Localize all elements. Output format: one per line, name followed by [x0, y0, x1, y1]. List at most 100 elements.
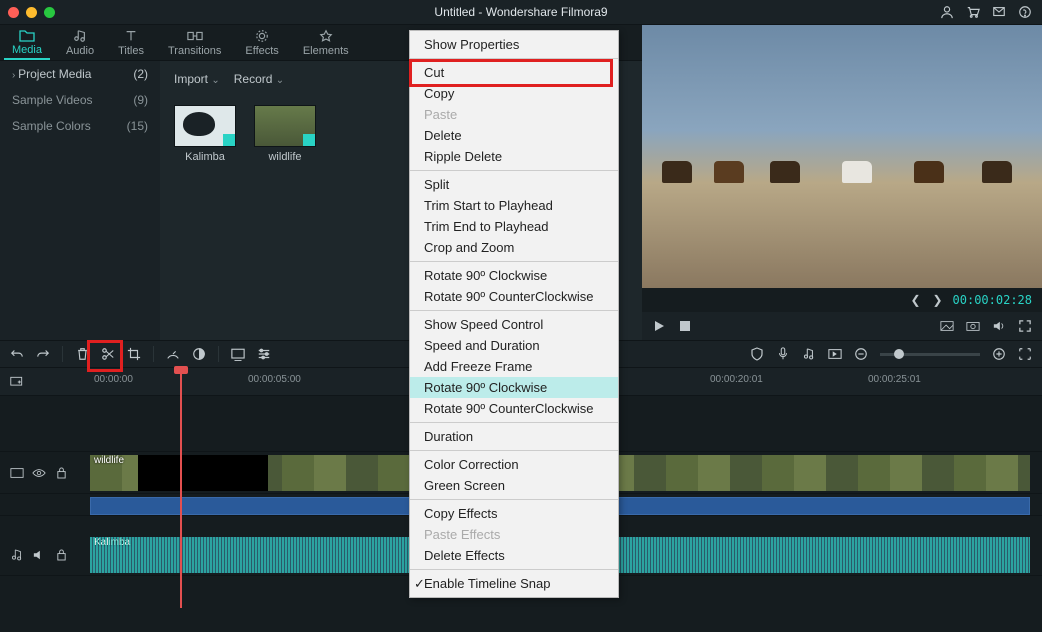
playhead[interactable]	[180, 368, 182, 608]
ctx-item-paste-effects: Paste Effects	[410, 524, 618, 545]
window-controls	[8, 7, 55, 18]
speed-icon[interactable]	[166, 347, 180, 361]
ctx-item-rotate-90-counterclockwise[interactable]: Rotate 90º CounterClockwise	[410, 398, 618, 419]
ctx-item-copy-effects[interactable]: Copy Effects	[410, 503, 618, 524]
fullscreen-icon[interactable]	[1018, 319, 1032, 333]
context-menu: Show Properties CutCopyPasteDeleteRipple …	[409, 30, 619, 598]
crop-icon[interactable]	[127, 347, 141, 361]
ctx-item-cut[interactable]: Cut	[410, 62, 618, 83]
manage-tracks-icon[interactable]	[10, 375, 24, 389]
adjust-icon[interactable]	[257, 347, 271, 361]
voiceover-icon[interactable]	[776, 347, 790, 361]
ctx-item-rotate-90-clockwise[interactable]: Rotate 90º Clockwise	[410, 377, 618, 398]
record-dropdown[interactable]: Record ⌄	[234, 72, 284, 86]
tab-label: Media	[12, 44, 42, 56]
ctx-item-show-properties[interactable]: Show Properties	[410, 34, 618, 55]
marker-shield-icon[interactable]	[750, 347, 764, 361]
tab-label: Transitions	[168, 45, 221, 57]
check-icon	[303, 134, 315, 146]
sidebar-item-sample-colors[interactable]: Sample Colors(15)	[0, 113, 160, 139]
media-sidebar: › Project Media(2) Sample Videos(9) Samp…	[0, 61, 160, 340]
tab-titles[interactable]: Titles	[110, 27, 152, 59]
prev-frame-icon[interactable]: ❮	[909, 293, 923, 307]
undo-icon[interactable]	[10, 347, 24, 361]
media-thumb-wildlife[interactable]: wildlife	[254, 105, 316, 163]
sidebar-header[interactable]: › Project Media(2)	[0, 61, 160, 87]
ctx-item-copy[interactable]: Copy	[410, 83, 618, 104]
quality-icon[interactable]	[940, 319, 954, 333]
ctx-item-delete[interactable]: Delete	[410, 125, 618, 146]
ctx-item-enable-timeline-snap[interactable]: Enable Timeline Snap	[410, 573, 618, 594]
time-mark: 00:00:20:01	[710, 374, 763, 385]
ctx-item-crop-and-zoom[interactable]: Crop and Zoom	[410, 237, 618, 258]
zoom-out-icon[interactable]	[854, 347, 868, 361]
media-thumb-kalimba[interactable]: Kalimba	[174, 105, 236, 163]
mute-icon[interactable]	[32, 548, 46, 562]
ctx-item-speed-and-duration[interactable]: Speed and Duration	[410, 335, 618, 356]
ctx-item-rotate-90-clockwise[interactable]: Rotate 90º Clockwise	[410, 265, 618, 286]
ctx-item-ripple-delete[interactable]: Ripple Delete	[410, 146, 618, 167]
ctx-item-paste: Paste	[410, 104, 618, 125]
greenscreen-icon[interactable]	[231, 347, 245, 361]
tab-label: Audio	[66, 45, 94, 57]
color-icon[interactable]	[192, 347, 206, 361]
visibility-icon[interactable]	[32, 466, 46, 480]
ctx-item-delete-effects[interactable]: Delete Effects	[410, 545, 618, 566]
delete-icon[interactable]	[75, 347, 89, 361]
tab-audio[interactable]: Audio	[58, 27, 102, 59]
check-icon	[223, 134, 235, 146]
next-frame-icon[interactable]: ❯	[931, 293, 945, 307]
clip-label: wildlife	[94, 455, 124, 466]
titlebar: Untitled - Wondershare Filmora9	[0, 0, 1042, 24]
time-mark: 00:00:25:01	[868, 374, 921, 385]
zoom-in-icon[interactable]	[992, 347, 1006, 361]
play-icon[interactable]	[652, 319, 666, 333]
ctx-item-green-screen[interactable]: Green Screen	[410, 475, 618, 496]
tab-media[interactable]: Media	[4, 26, 50, 60]
audio-mixer-icon[interactable]	[802, 347, 816, 361]
zoom-fit-icon[interactable]	[1018, 347, 1032, 361]
thumb-label: Kalimba	[174, 151, 236, 163]
redo-icon[interactable]	[36, 347, 50, 361]
message-icon[interactable]	[992, 5, 1006, 19]
time-mark: 00:00:05:00	[248, 374, 301, 385]
preview-viewport[interactable]	[642, 25, 1042, 288]
cart-icon[interactable]	[966, 5, 980, 19]
snapshot-icon[interactable]	[966, 319, 980, 333]
maximize-window-icon[interactable]	[44, 7, 55, 18]
ctx-item-show-speed-control[interactable]: Show Speed Control	[410, 314, 618, 335]
minimize-window-icon[interactable]	[26, 7, 37, 18]
timecode: 00:00:02:28	[953, 293, 1032, 307]
ctx-item-rotate-90-counterclockwise[interactable]: Rotate 90º CounterClockwise	[410, 286, 618, 307]
ctx-item-duration[interactable]: Duration	[410, 426, 618, 447]
close-window-icon[interactable]	[8, 7, 19, 18]
window-title: Untitled - Wondershare Filmora9	[434, 5, 607, 19]
preview-panel: ❮ ❯ 00:00:02:28	[642, 25, 1042, 340]
ctx-item-color-correction[interactable]: Color Correction	[410, 454, 618, 475]
ctx-item-trim-end-to-playhead[interactable]: Trim End to Playhead	[410, 216, 618, 237]
split-icon[interactable]	[101, 347, 115, 361]
ctx-item-add-freeze-frame[interactable]: Add Freeze Frame	[410, 356, 618, 377]
keyframe-icon[interactable]	[828, 347, 842, 361]
ctx-item-split[interactable]: Split	[410, 174, 618, 195]
lock-icon[interactable]	[54, 466, 68, 480]
volume-icon[interactable]	[992, 319, 1006, 333]
help-icon[interactable]	[1018, 5, 1032, 19]
import-dropdown[interactable]: Import ⌄	[174, 72, 220, 86]
tab-label: Elements	[303, 45, 349, 57]
tab-elements[interactable]: Elements	[295, 27, 357, 59]
tab-label: Effects	[245, 45, 278, 57]
stop-icon[interactable]	[678, 319, 692, 333]
video-track-icon[interactable]	[10, 466, 24, 480]
ctx-item-trim-start-to-playhead[interactable]: Trim Start to Playhead	[410, 195, 618, 216]
thumb-label: wildlife	[254, 151, 316, 163]
sidebar-item-sample-videos[interactable]: Sample Videos(9)	[0, 87, 160, 113]
tab-label: Titles	[118, 45, 144, 57]
audio-track-icon[interactable]	[10, 548, 24, 562]
user-icon[interactable]	[940, 5, 954, 19]
tab-effects[interactable]: Effects	[237, 27, 286, 59]
zoom-slider[interactable]	[880, 353, 980, 356]
lock-icon[interactable]	[54, 548, 68, 562]
time-mark: 00:00:00	[94, 374, 133, 385]
tab-transitions[interactable]: Transitions	[160, 27, 229, 59]
